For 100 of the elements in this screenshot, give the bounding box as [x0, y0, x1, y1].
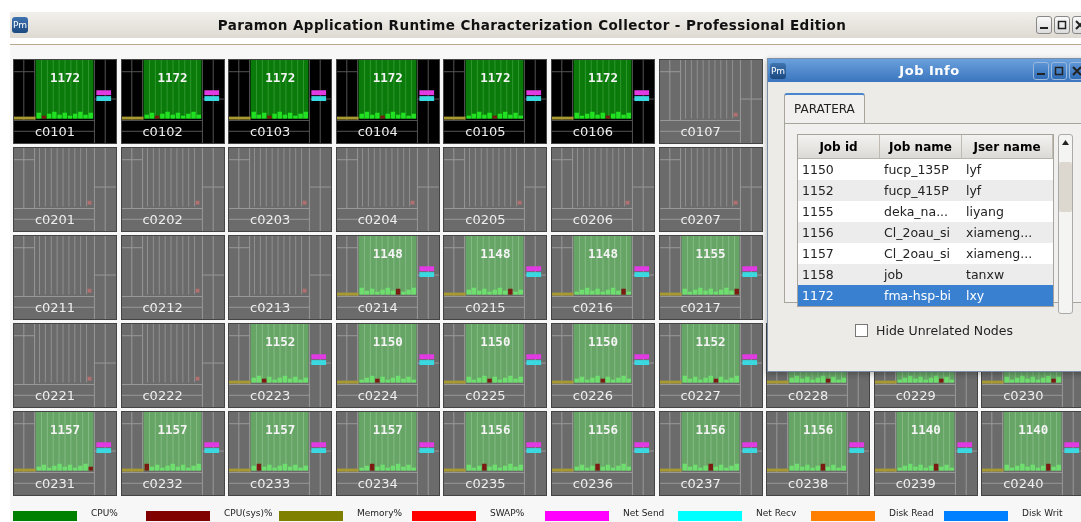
node-tile[interactable]: 1140 c0239 — [873, 411, 978, 496]
node-tile[interactable]: 1157 c0233 — [228, 411, 333, 496]
table-cell-text: 1155 — [801, 203, 835, 221]
node-tile[interactable]: c0205 — [443, 147, 548, 232]
node-name-label: c0225 — [464, 388, 507, 403]
node-tile[interactable]: c0211 — [13, 235, 117, 320]
job-id-label: 1172 — [371, 70, 404, 85]
node-tile[interactable]: c0207 — [658, 147, 763, 232]
node-name-label: c0216 — [571, 300, 615, 315]
table-row[interactable]: 1156 Cl_2oau_si xiameng... — [798, 222, 1053, 243]
node-name-label: c0107 — [679, 124, 722, 139]
node-tile[interactable]: c0204 — [335, 147, 440, 232]
node-name-label: c0237 — [679, 476, 722, 491]
node-tile[interactable]: 1150 c0225 — [443, 323, 548, 408]
node-tile[interactable]: c0107 — [658, 59, 763, 144]
node-name-label: c0207 — [679, 212, 722, 227]
column-header[interactable]: Job id — [798, 135, 880, 158]
node-tile[interactable]: 1172 c0104 — [335, 59, 440, 144]
node-name-label: c0228 — [787, 388, 830, 403]
node-tile[interactable]: 1156 c0236 — [550, 411, 655, 496]
job-id-label: 1172 — [48, 70, 82, 85]
node-tile[interactable]: 1148 c0215 — [443, 235, 548, 320]
job-id-label: 1148 — [479, 246, 512, 261]
node-tile[interactable]: c0206 — [550, 147, 655, 232]
table-cell-text: fucp_415P — [883, 182, 950, 200]
table-cell-text: 1150 — [801, 161, 835, 179]
tab[interactable]: PARATERA — [784, 93, 865, 123]
node-tile[interactable]: 1172 c0101 — [13, 59, 117, 144]
column-header[interactable]: Job name — [880, 135, 962, 158]
node-tile[interactable]: c0222 — [120, 323, 225, 408]
table-row[interactable]: 1172 fma-hsp-bi lxy — [798, 285, 1053, 306]
table-cell-text: 1157 — [801, 245, 835, 263]
node-tile[interactable]: 1156 c0235 — [443, 411, 548, 496]
table-cell-text: lyf — [965, 182, 983, 200]
node-tile[interactable]: c0203 — [228, 147, 333, 232]
job-id-label: 1157 — [156, 422, 189, 437]
legend-label: Net Recv — [755, 508, 797, 518]
node-tile[interactable]: c0201 — [13, 147, 117, 232]
job-id-label: 1150 — [586, 334, 619, 349]
job-id-label: 1152 — [694, 334, 727, 349]
node-tile[interactable]: 1172 c0103 — [228, 59, 333, 144]
job-id-label: 1148 — [371, 246, 404, 261]
job-id-label: 1157 — [264, 422, 297, 437]
node-tile[interactable]: 1148 c0216 — [550, 235, 655, 320]
node-tile[interactable]: 1155 c0217 — [658, 235, 763, 320]
legend-label: Memory% — [356, 508, 403, 518]
node-name-label: c0211 — [33, 300, 77, 315]
legend-label: CPU% — [90, 508, 118, 518]
node-name-label: c0101 — [33, 124, 77, 139]
job-id-label: 1140 — [1017, 422, 1050, 437]
legend-label: CPU(sys)% — [223, 508, 273, 518]
node-tile[interactable]: c0212 — [120, 235, 225, 320]
node-name-label: c0226 — [571, 388, 615, 403]
job-id-label: 1152 — [264, 334, 297, 349]
legend-label: SWAP% — [489, 508, 525, 518]
node-name-label: c0233 — [249, 476, 292, 491]
node-tile[interactable]: 1172 c0105 — [443, 59, 548, 144]
node-tile[interactable]: 1152 c0223 — [228, 323, 333, 408]
node-name-label: c0213 — [249, 300, 292, 315]
node-tile[interactable]: c0221 — [13, 323, 117, 408]
node-tile[interactable]: 1150 c0224 — [335, 323, 440, 408]
node-name-label: c0232 — [141, 476, 184, 491]
node-tile[interactable]: 1148 c0214 — [335, 235, 440, 320]
table-cell-text: 1152 — [801, 182, 835, 200]
table-row[interactable]: 1158 job tanxw — [798, 264, 1053, 285]
node-name-label: c0231 — [33, 476, 77, 491]
node-name-label: c0238 — [787, 476, 830, 491]
node-name-label: c0222 — [141, 388, 184, 403]
job-id-label: 1150 — [479, 334, 512, 349]
node-tile[interactable]: 1157 c0234 — [335, 411, 440, 496]
table-row[interactable]: 1152 fucp_415P lyf — [798, 180, 1053, 201]
column-header[interactable]: Jser name — [962, 135, 1053, 158]
node-name-label: c0103 — [249, 124, 292, 139]
node-tile[interactable]: 1140 c0240 — [981, 411, 1081, 496]
table-cell-text: 1158 — [801, 266, 835, 284]
node-tile[interactable]: 1150 c0226 — [550, 323, 655, 408]
job-id-label: 1156 — [586, 422, 619, 437]
node-name-label: c0104 — [356, 124, 399, 139]
node-tile[interactable]: 1157 c0231 — [13, 411, 117, 496]
node-tile[interactable]: 1156 c0238 — [766, 411, 871, 496]
job-id-label: 1156 — [694, 422, 727, 437]
node-tile[interactable]: 1157 c0232 — [120, 411, 225, 496]
job-id-label: 1156 — [802, 422, 835, 437]
table-cell-text: 1156 — [801, 224, 835, 242]
node-tile[interactable]: 1156 c0237 — [658, 411, 763, 496]
node-tile[interactable]: 1172 c0106 — [550, 59, 655, 144]
node-name-label: c0204 — [356, 212, 399, 227]
node-name-label: c0203 — [249, 212, 292, 227]
node-tile[interactable]: 1152 c0227 — [658, 323, 763, 408]
node-name-label: c0206 — [571, 212, 615, 227]
checkbox-label: Hide Unrelated Nodes — [876, 323, 1013, 338]
job-id-label: 1150 — [371, 334, 404, 349]
node-name-label: c0212 — [141, 300, 184, 315]
node-tile[interactable]: c0213 — [228, 235, 333, 320]
table-cell-text: job — [882, 266, 905, 284]
job-id-label: 1157 — [371, 422, 404, 437]
node-tile[interactable]: c0202 — [120, 147, 225, 232]
node-tile[interactable]: 1172 c0102 — [120, 59, 225, 144]
job-id-label: 1157 — [48, 422, 82, 437]
table-cell-text: fucp_135P — [883, 161, 950, 179]
